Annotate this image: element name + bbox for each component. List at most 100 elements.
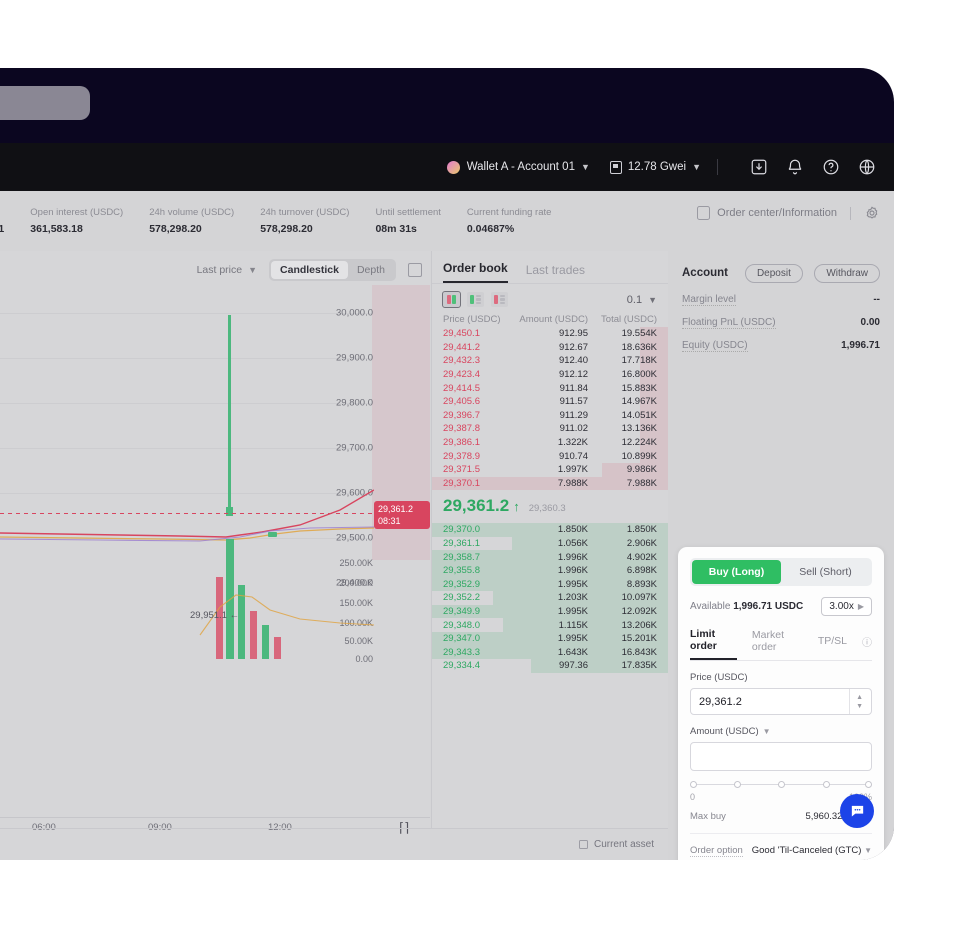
row-price: 29,386.1 <box>443 437 480 449</box>
sell-short-button[interactable]: Sell (Short) <box>781 560 870 584</box>
row-amount: 1.115K <box>558 619 588 631</box>
order-book-row[interactable]: 29,349.9 1.995K 12.092K <box>432 604 668 619</box>
stepper-icon[interactable]: ▲ ▼ <box>849 689 863 714</box>
divider <box>850 206 851 220</box>
order-book-row[interactable]: 29,355.8 1.996K 6.898K <box>432 563 668 578</box>
row-amount: 1.995K <box>557 605 588 617</box>
ticker-item: 24h turnover (USDC) 578,298.20 <box>260 206 349 237</box>
slider-node-25[interactable] <box>733 781 741 788</box>
equity-value: 1,996.71 <box>841 340 880 351</box>
order-book-row[interactable]: 29,347.0 1.995K 15.201K <box>432 631 668 646</box>
help-icon[interactable] <box>820 156 842 178</box>
tab-limit-order[interactable]: Limit order <box>690 628 737 660</box>
tab-market-order[interactable]: Market order <box>752 629 803 659</box>
order-book-row[interactable]: 29,405.6 911.57 14.967K <box>432 394 668 409</box>
bell-icon[interactable] <box>784 156 806 178</box>
order-book-row[interactable]: 29,370.1 7.988K 7.988K <box>432 476 668 491</box>
chevron-down-icon: ▼ <box>248 265 258 275</box>
slider-node-50[interactable] <box>778 781 786 788</box>
bottom-strip: Current asset <box>0 828 668 860</box>
chart-type-depth[interactable]: Depth <box>348 261 394 279</box>
order-book-row[interactable]: 29,386.1 1.322K 12.224K <box>432 435 668 450</box>
row-total: 8.893K <box>626 578 657 590</box>
row-price: 29,334.4 <box>443 660 480 672</box>
globe-icon[interactable] <box>856 156 878 178</box>
order-book-row[interactable]: 29,378.9 910.74 10.899K <box>432 449 668 463</box>
buy-long-button[interactable]: Buy (Long) <box>692 560 781 584</box>
order-book-row[interactable]: 29,358.7 1.996K 4.902K <box>432 550 668 564</box>
order-book-row[interactable]: 29,343.3 1.643K 16.843K <box>432 645 668 660</box>
order-book-row[interactable]: 29,450.1 912.95 19.554K <box>432 327 668 341</box>
slider-node-0[interactable] <box>690 781 697 788</box>
order-center-link[interactable]: Order center/Information <box>697 205 880 221</box>
grouping-selector[interactable]: 0.1 ▼ <box>627 294 657 306</box>
last-price-value: 29,361.2 <box>378 504 414 514</box>
download-icon[interactable] <box>748 156 770 178</box>
order-book-row[interactable]: 29,441.2 912.67 18.636K <box>432 340 668 355</box>
gear-icon[interactable] <box>864 205 880 221</box>
row-price: 29,343.3 <box>443 646 480 658</box>
tab-order-book[interactable]: Order book <box>443 261 508 283</box>
order-book-row[interactable]: 29,371.5 1.997K 9.986K <box>432 462 668 477</box>
amount-input[interactable] <box>699 750 863 763</box>
row-amount: 912.12 <box>558 369 588 381</box>
row-amount: 1.996K <box>557 565 588 577</box>
row-total: 4.902K <box>626 551 657 563</box>
amount-field-label[interactable]: Amount (USDC) ▼ <box>690 726 872 737</box>
order-book-row[interactable]: 29,396.7 911.29 14.051K <box>432 408 668 423</box>
view-mode-asks-icon[interactable] <box>491 292 508 307</box>
row-price: 29,348.0 <box>443 619 480 631</box>
gas-label: 12.78 Gwei <box>627 161 687 173</box>
amount-slider[interactable] <box>690 781 872 789</box>
row-total: 17.835K <box>621 660 657 672</box>
leverage-button[interactable]: 3.00x ▶ <box>821 597 872 616</box>
view-mode-both-icon[interactable] <box>442 291 461 308</box>
slider-node-75[interactable] <box>822 781 830 788</box>
order-book-row[interactable]: 29,352.9 1.995K 8.893K <box>432 577 668 592</box>
order-book-row[interactable]: 29,334.4 997.36 17.835K <box>432 659 668 673</box>
order-option-row[interactable]: Order option Good 'Til-Canceled (GTC) ▼ <box>690 845 872 857</box>
row-total: 17.718K <box>621 355 657 367</box>
last-price-selector[interactable]: Last price ▼ <box>197 264 257 276</box>
row-price: 29,358.7 <box>443 551 480 563</box>
chart-canvas[interactable]: 30,000.0 29,900.0 29,800.0 29,700.0 29,6… <box>0 285 430 815</box>
column-total: Total (USDC) <box>601 314 657 325</box>
margin-level-label: Margin level <box>682 294 736 306</box>
info-icon[interactable]: ⓘ <box>862 634 872 655</box>
row-total: 18.636K <box>621 341 657 353</box>
row-amount: 1.203K <box>557 592 588 604</box>
row-amount: 911.57 <box>559 396 588 408</box>
gas-price-selector[interactable]: 12.78 Gwei ▼ <box>609 160 701 174</box>
order-book-row[interactable]: 29,352.2 1.203K 10.097K <box>432 591 668 605</box>
order-book-row[interactable]: 29,348.0 1.115K 13.206K <box>432 618 668 632</box>
expand-icon[interactable] <box>408 263 422 277</box>
order-book-row[interactable]: 29,370.0 1.850K 1.850K <box>432 523 668 537</box>
price-input[interactable]: 29,361.2 ▲ ▼ <box>690 688 872 715</box>
order-book-columns: Price (USDC) Amount (USDC) Total (USDC) <box>432 311 668 327</box>
order-book-row[interactable]: 29,423.4 912.12 16.800K <box>432 367 668 382</box>
wallet-selector[interactable]: Wallet A - Account 01 ▼ <box>446 160 590 174</box>
chart-toolbar: Last price ▼ Candlestick Depth <box>197 259 422 281</box>
order-book-row[interactable]: 29,361.1 1.056K 2.906K <box>432 536 668 551</box>
row-price: 29,396.7 <box>443 409 480 421</box>
withdraw-button[interactable]: Withdraw <box>814 264 880 283</box>
chevron-down-icon: ▼ <box>762 727 771 736</box>
deposit-button[interactable]: Deposit <box>744 264 803 283</box>
slider-node-100[interactable] <box>865 781 872 788</box>
chart-type-candlestick[interactable]: Candlestick <box>271 261 348 279</box>
order-book-row[interactable]: 29,432.3 912.40 17.718K <box>432 354 668 368</box>
row-amount: 7.988K <box>557 477 588 489</box>
row-price: 29,361.1 <box>443 538 480 550</box>
ticker-label: high <box>0 206 4 219</box>
tab-tpsl[interactable]: TP/SL <box>818 635 847 653</box>
tab-last-trades[interactable]: Last trades <box>526 263 585 283</box>
order-book-row[interactable]: 29,414.5 911.84 15.883K <box>432 381 668 395</box>
amount-input-wrapper[interactable] <box>690 742 872 771</box>
price-field-label: Price (USDC) <box>690 672 872 683</box>
chat-support-button[interactable] <box>840 794 874 828</box>
order-book-row[interactable]: 29,387.8 911.02 13.136K <box>432 422 668 436</box>
view-mode-bids-icon[interactable] <box>467 292 484 307</box>
current-asset-checkbox[interactable] <box>578 840 588 849</box>
row-total: 2.906K <box>626 538 657 550</box>
order-side-toggle: Buy (Long) Sell (Short) <box>690 558 872 586</box>
